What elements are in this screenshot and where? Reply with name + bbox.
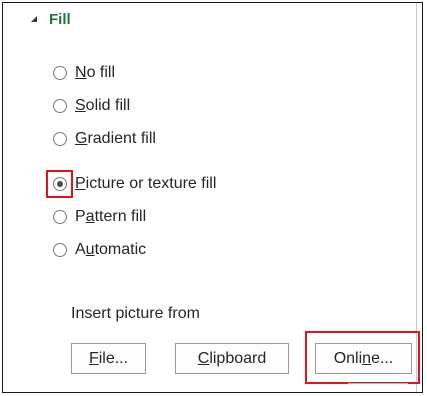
radio-gradient-fill[interactable] [53,132,67,146]
option-label: Automatic [75,241,147,258]
option-label: No fill [75,64,116,81]
format-pane: Fill No fill Solid fill Gradient fill Pi… [2,2,423,393]
radio-automatic[interactable] [53,243,67,257]
clipboard-button[interactable]: Clipboard [175,343,289,374]
option-no-fill[interactable]: No fill [53,61,115,85]
option-pattern-fill[interactable]: Pattern fill [53,205,146,229]
radio-no-fill[interactable] [53,66,67,80]
option-solid-fill[interactable]: Solid fill [53,94,130,118]
option-picture-or-texture-fill[interactable]: Picture or texture fill [53,172,216,196]
option-label: Gradient fill [75,130,156,147]
next-control-edge [348,383,408,392]
radio-pattern-fill[interactable] [53,210,67,224]
insert-picture-label: Insert picture from [71,305,200,322]
highlight-box-picture-radio [46,170,73,198]
section-title: Fill [49,11,71,28]
file-button[interactable]: File... [71,343,146,374]
option-label: Pattern fill [75,208,147,225]
highlight-box-online-button [305,331,420,384]
fill-section-header[interactable]: Fill [31,11,71,28]
collapse-arrow-icon[interactable] [31,15,37,22]
option-label: Solid fill [75,97,131,114]
radio-solid-fill[interactable] [53,99,67,113]
option-label: Picture or texture fill [75,175,217,192]
option-automatic[interactable]: Automatic [53,238,146,262]
option-gradient-fill[interactable]: Gradient fill [53,127,156,151]
